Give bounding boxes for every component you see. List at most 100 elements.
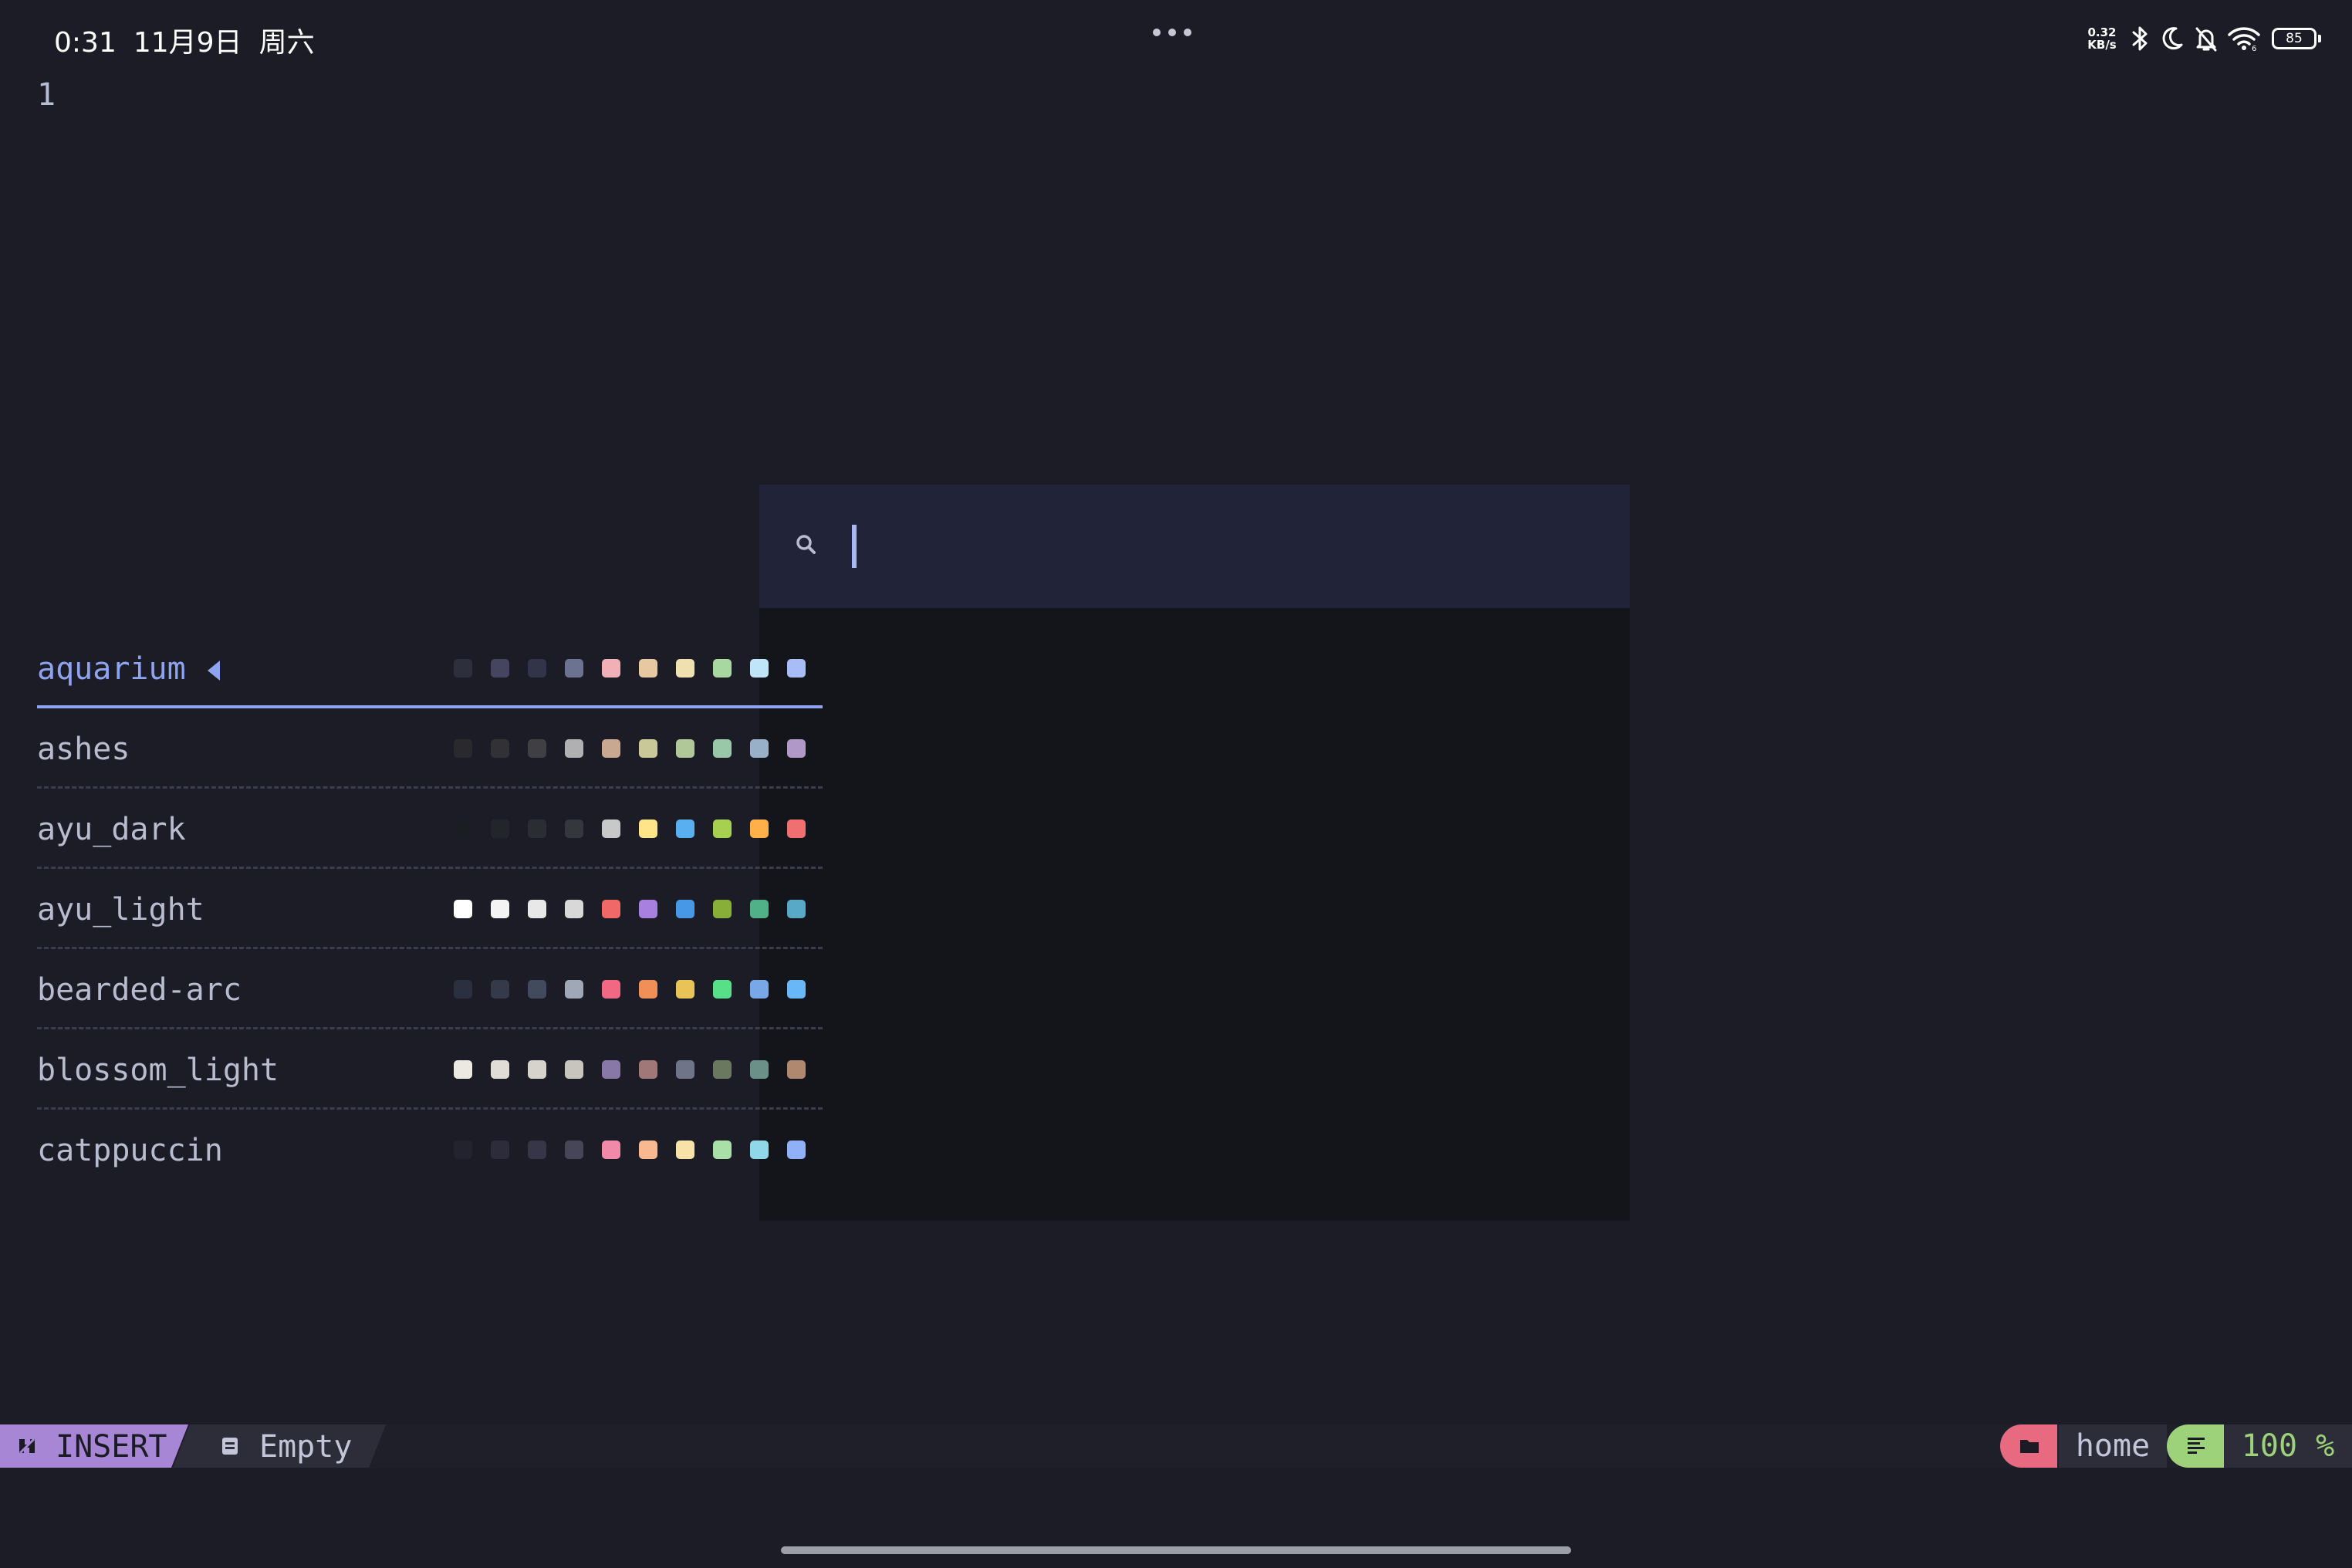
color-swatch xyxy=(528,739,546,758)
color-swatch xyxy=(491,900,509,918)
color-swatch xyxy=(602,659,620,678)
color-swatch xyxy=(602,819,620,838)
color-swatch xyxy=(565,659,583,678)
color-swatch xyxy=(602,1060,620,1079)
color-swatch xyxy=(713,900,732,918)
color-swatch xyxy=(750,819,769,838)
color-swatch xyxy=(565,819,583,838)
home-indicator[interactable] xyxy=(781,1546,1571,1554)
color-swatch xyxy=(787,1141,806,1159)
color-swatch xyxy=(454,739,472,758)
color-swatch xyxy=(528,1060,546,1079)
more-dots-icon[interactable] xyxy=(1153,26,1199,39)
theme-list: aquarium ashes ayu_dark ayu_light bearde… xyxy=(37,628,823,1190)
progress-icon-segment xyxy=(2167,1424,2224,1468)
color-swatch xyxy=(713,1141,732,1159)
color-swatch xyxy=(528,819,546,838)
color-swatches xyxy=(454,819,806,838)
theme-item-bearded-arc[interactable]: bearded-arc xyxy=(37,949,823,1029)
theme-item-catppuccin[interactable]: catppuccin xyxy=(37,1110,823,1190)
color-swatch xyxy=(787,659,806,678)
theme-name: bearded-arc xyxy=(37,972,242,1008)
svg-text:6: 6 xyxy=(2252,45,2256,52)
color-swatch xyxy=(713,819,732,838)
theme-name: ashes xyxy=(37,732,130,767)
color-swatch xyxy=(565,739,583,758)
color-swatch xyxy=(454,1141,472,1159)
color-swatch xyxy=(713,1060,732,1079)
color-swatch xyxy=(676,1141,694,1159)
color-swatch xyxy=(750,1141,769,1159)
color-swatch xyxy=(750,900,769,918)
net-speed-value: 0.32 xyxy=(2087,25,2117,39)
directory-label: home xyxy=(2059,1424,2167,1468)
net-speed-unit: KB/s xyxy=(2087,38,2117,52)
mode-icon xyxy=(19,1438,35,1455)
bell-muted-icon xyxy=(2195,27,2217,52)
color-swatch xyxy=(750,739,769,758)
time: 0:31 xyxy=(54,27,117,59)
color-swatch xyxy=(713,980,732,999)
search-input[interactable] xyxy=(849,523,1590,569)
color-swatch xyxy=(639,819,657,838)
color-swatch xyxy=(565,1060,583,1079)
system-icons: 0.32 KB/s 6 85 xyxy=(2083,22,2321,56)
net-speed: 0.32 KB/s xyxy=(2083,26,2121,51)
theme-item-ayu-light[interactable]: ayu_light xyxy=(37,869,823,949)
theme-item-blossom-light[interactable]: blossom_light xyxy=(37,1029,823,1110)
color-swatch xyxy=(491,980,509,999)
color-swatch xyxy=(676,980,694,999)
selection-pointer-icon xyxy=(207,661,220,681)
theme-name: aquarium xyxy=(37,651,186,687)
color-swatch xyxy=(676,1060,694,1079)
clock: 0:31 11月9日 周六 xyxy=(54,20,332,60)
color-swatch xyxy=(491,659,509,678)
color-swatch xyxy=(565,1141,583,1159)
color-swatch xyxy=(491,739,509,758)
directory-icon-segment xyxy=(2000,1424,2057,1468)
text-cursor xyxy=(852,525,857,568)
color-swatch xyxy=(528,980,546,999)
theme-item-ayu-dark[interactable]: ayu_dark xyxy=(37,789,823,869)
color-swatch xyxy=(565,900,583,918)
theme-item-ashes[interactable]: ashes xyxy=(37,708,823,789)
color-swatch xyxy=(565,980,583,999)
mode-indicator: INSERT xyxy=(0,1424,188,1468)
color-swatch xyxy=(750,1060,769,1079)
search-bar xyxy=(759,485,1630,608)
editor-statusline: INSERT Empty home 100 % xyxy=(0,1424,2352,1468)
color-swatch xyxy=(787,819,806,838)
system-status-bar: 0:31 11月9日 周六 0.32 KB/s 6 85 xyxy=(0,0,2352,74)
date: 11月9日 xyxy=(133,27,242,59)
color-swatch xyxy=(787,739,806,758)
color-swatch xyxy=(528,900,546,918)
file-label: Empty xyxy=(259,1429,353,1465)
color-swatch xyxy=(528,659,546,678)
theme-name-wrapper: aquarium xyxy=(37,651,220,687)
theme-name: blossom_light xyxy=(37,1053,279,1088)
theme-item-aquarium[interactable]: aquarium xyxy=(37,628,823,708)
color-swatches xyxy=(454,659,806,678)
color-swatch xyxy=(491,819,509,838)
search-icon xyxy=(796,535,816,554)
color-swatch xyxy=(676,659,694,678)
color-swatch xyxy=(491,1141,509,1159)
color-swatches xyxy=(454,900,806,918)
file-indicator: Empty xyxy=(173,1424,386,1468)
color-swatch xyxy=(528,1141,546,1159)
theme-name: catppuccin xyxy=(37,1133,223,1168)
color-swatch xyxy=(676,819,694,838)
color-swatch xyxy=(639,980,657,999)
color-swatches xyxy=(454,1141,806,1159)
color-swatch xyxy=(713,739,732,758)
color-swatch xyxy=(454,900,472,918)
wifi-icon: 6 xyxy=(2228,27,2260,52)
file-icon xyxy=(222,1438,238,1455)
bluetooth-icon xyxy=(2132,26,2148,51)
color-swatch xyxy=(602,900,620,918)
color-swatch xyxy=(639,739,657,758)
color-swatch xyxy=(602,1141,620,1159)
color-swatch xyxy=(750,659,769,678)
color-swatch xyxy=(454,1060,472,1079)
color-swatches xyxy=(454,1060,806,1079)
